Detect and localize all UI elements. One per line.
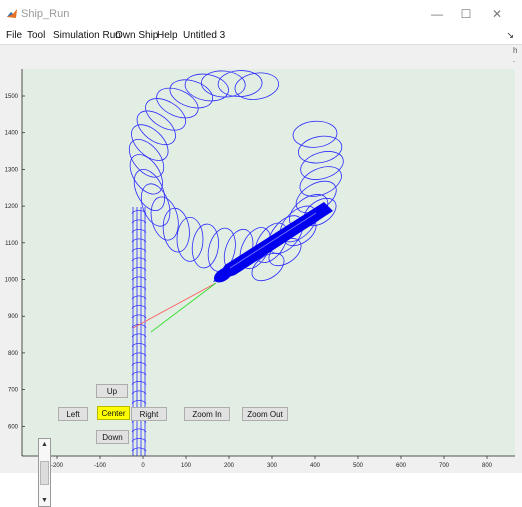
- y-tick-label: 1500: [5, 94, 19, 100]
- window-title: Ship_Run: [21, 8, 70, 20]
- right-button[interactable]: Right: [131, 407, 167, 421]
- y-tick-label: 1100: [5, 241, 19, 247]
- zoom-out-button[interactable]: Zoom Out: [242, 407, 288, 421]
- matlab-icon: [7, 9, 17, 18]
- menu-own-ship[interactable]: Own Ship: [115, 30, 158, 41]
- x-tick-label: 700: [439, 463, 450, 469]
- x-tick-label: 400: [310, 463, 321, 469]
- plot-panel: -200 -100 0 100 200 300 400 500 600 700 800 1500 14…: [0, 62, 522, 507]
- slider-thumb[interactable]: [40, 461, 49, 485]
- y-tick-label: 1300: [5, 167, 19, 173]
- menu-file[interactable]: File: [6, 30, 22, 41]
- ship-run-window: Ship_Run — ☐ ✕ File Tool Simulation Run …: [0, 0, 522, 507]
- minimize-button[interactable]: —: [424, 4, 450, 24]
- slider-down-arrow-icon[interactable]: ▼: [39, 495, 50, 506]
- down-button[interactable]: Down: [96, 430, 129, 444]
- menu-help[interactable]: Help: [157, 30, 178, 41]
- x-tick-label: 300: [267, 463, 278, 469]
- x-tick-label: 200: [224, 463, 235, 469]
- toolbar-strip: [0, 44, 522, 63]
- menu-untitled-3[interactable]: Untitled 3: [183, 30, 225, 41]
- y-tick-label: 900: [8, 314, 19, 320]
- x-tick-label: -100: [94, 463, 107, 469]
- x-tick-label: -200: [51, 463, 64, 469]
- zoom-in-button[interactable]: Zoom In: [184, 407, 230, 421]
- x-tick-label: 800: [482, 463, 493, 469]
- y-tick-label: 600: [8, 424, 19, 430]
- menu-simulation-run[interactable]: Simulation Run: [53, 30, 121, 41]
- y-tick-label: 800: [8, 351, 19, 357]
- title-bar: Ship_Run — ☐ ✕: [0, 0, 522, 28]
- menu-bar: File Tool Simulation Run Own Ship Help U…: [0, 28, 522, 44]
- background-window-fragment: h: [513, 46, 518, 55]
- menu-tool[interactable]: Tool: [27, 30, 45, 41]
- x-tick-label: 600: [396, 463, 407, 469]
- up-button[interactable]: Up: [96, 384, 128, 398]
- x-tick-label: 100: [181, 463, 192, 469]
- maximize-button[interactable]: ☐: [453, 4, 479, 24]
- y-tick-label: 1200: [5, 204, 19, 210]
- menu-overflow-arrow-icon[interactable]: ↘: [506, 30, 514, 41]
- y-tick-label: 1400: [5, 131, 19, 137]
- close-button[interactable]: ✕: [484, 4, 510, 24]
- slider-up-arrow-icon[interactable]: ▲: [39, 439, 50, 450]
- y-tick-label: 1000: [5, 278, 19, 284]
- x-tick-label: 0: [141, 463, 145, 469]
- left-button[interactable]: Left: [58, 407, 88, 421]
- center-button[interactable]: Center: [97, 406, 130, 420]
- y-tick-label: 700: [8, 388, 19, 394]
- x-axis-ticks: -200 -100 0 100 200 300 400 500 600 700 800: [51, 456, 493, 469]
- x-tick-label: 500: [353, 463, 364, 469]
